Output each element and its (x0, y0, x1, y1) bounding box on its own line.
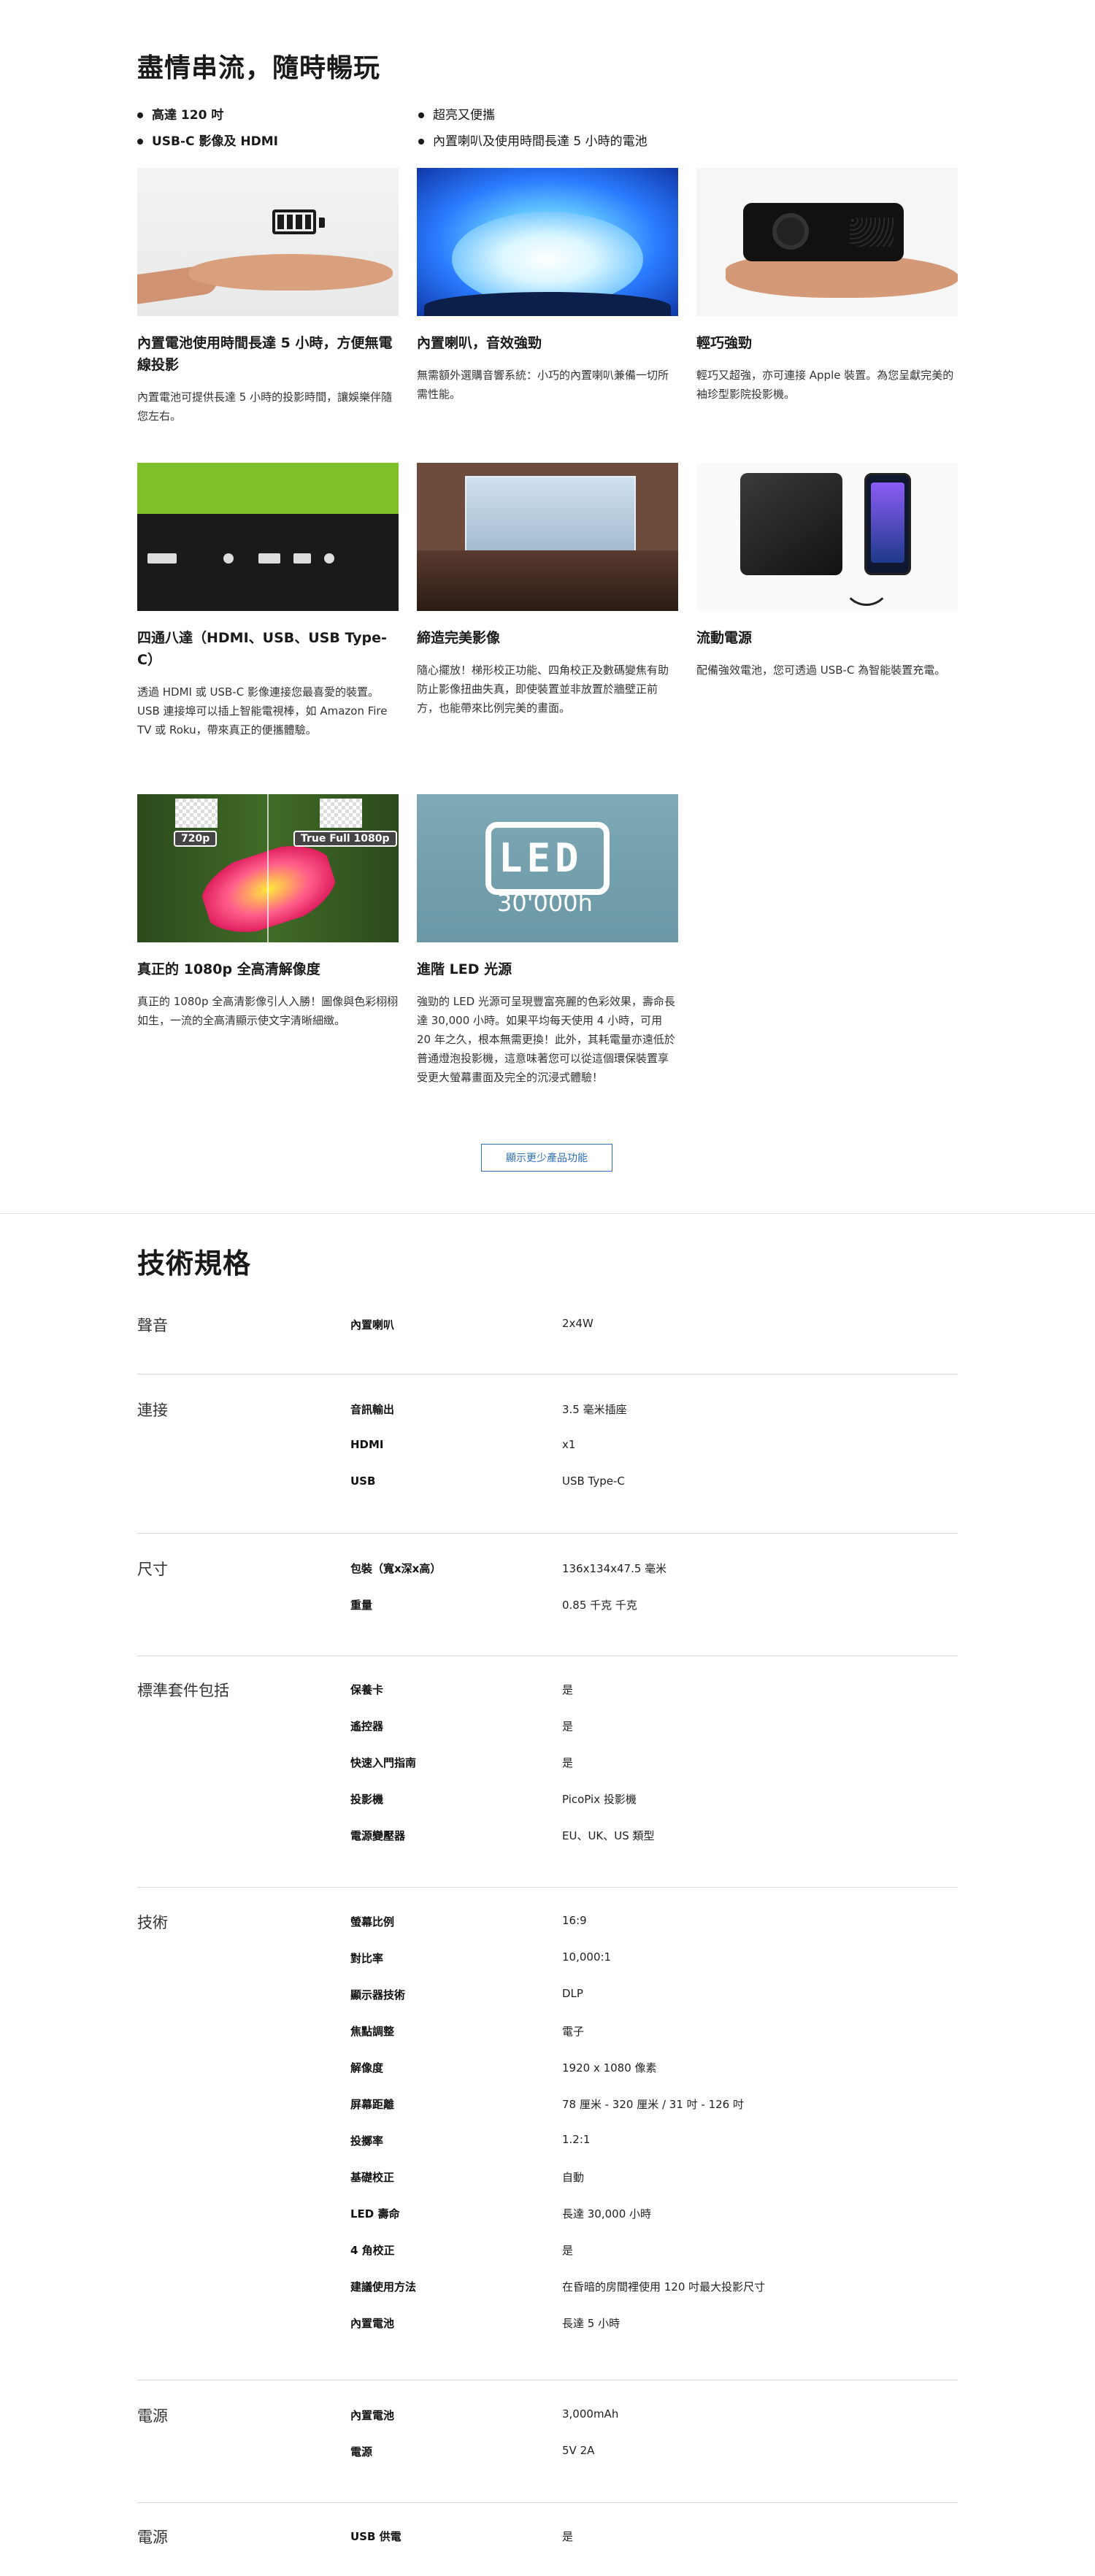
battery-hand-image (137, 168, 399, 316)
ports-image (137, 463, 399, 611)
spec-row: 解像度 1920 x 1080 像素 (350, 2061, 657, 2075)
feature-title: 內置電池使用時間長達 5 小時，方便無電線投影 (137, 335, 393, 373)
bullet-item: 高達 120 吋 (137, 102, 278, 128)
feature-title: 真正的 1080p 全高清解像度 (137, 961, 320, 977)
spec-row: 基礎校正 自動 (350, 2171, 585, 2184)
spec-row: 內置電池 長達 5 小時 (350, 2317, 620, 2330)
powerbank-icon (740, 473, 842, 575)
spec-row: 對比率 10,000:1 (350, 1950, 612, 1965)
feature-title: 四通八達（HDMI、USB、USB Type-C） (137, 630, 387, 668)
feature-desc: 輕巧又超強，亦可連接 Apple 裝置。為您呈獻完美的袖珍型影院投影機。 (696, 369, 954, 401)
show-less-features-button[interactable]: 顯示更少產品功能 (481, 1144, 612, 1172)
bullet-dot-icon (418, 112, 424, 118)
feature-card: 締造完美影像 隨心擺放！梯形校正功能、四角校正及數碼變焦有助防止影像扭曲失真，即… (417, 463, 678, 718)
feature-title: 輕巧強勁 (696, 335, 753, 351)
spec-row: 投影機 PicoPix 投影機 (350, 1793, 637, 1806)
feature-desc: 內置電池可提供長達 5 小時的投影時間，讓娛樂伴隨您左右。 (137, 391, 393, 423)
spec-row: 焦點調整 電子 (350, 2025, 585, 2038)
spec-row: USB USB Type-C (350, 1475, 625, 1488)
feature-title: 締造完美影像 (417, 630, 501, 646)
powerbank-image (696, 463, 958, 611)
spec-row: USB 供電是 (350, 2530, 574, 2543)
spec-category: 聲音 (137, 1317, 168, 1334)
spec-row: 顯示器技術 DLP (350, 1987, 583, 2002)
spec-category: 技術 (137, 1914, 168, 1931)
spec-divider (137, 1533, 958, 1534)
spec-divider (137, 1887, 958, 1888)
feature-desc: 透過 HDMI 或 USB-C 影像連接您最喜愛的裝置。USB 連接埠可以插上智… (137, 685, 388, 737)
feature-title: 流動電源 (696, 630, 753, 646)
bullet-dot-icon (137, 112, 143, 118)
spec-category: 電源 (137, 2407, 168, 2425)
spec-category: 尺寸 (137, 1561, 168, 1578)
hero-bullets-right: 超亮又便攜 內置喇叭及使用時間長達 5 小時的電池 (418, 102, 648, 155)
flower-resolution-image: 720p True Full 1080p (137, 794, 399, 942)
flower-icon (194, 834, 343, 942)
spec-row: 電源 5V 2A (350, 2444, 595, 2458)
checker-pattern-icon (175, 799, 218, 828)
bullet-dot-icon (137, 139, 143, 145)
projector-hand-image (696, 168, 958, 316)
spec-row: 音訊輸出 3.5 毫米插座 (350, 1403, 627, 1416)
spec-row: 電源變壓器 EU、UK、US 類型 (350, 1829, 655, 1842)
spec-row: 螢幕比例 16:9 (350, 1914, 587, 1929)
feature-card: 流動電源 配備強效電池，您可透過 USB-C 為智能裝置充電。 (696, 463, 958, 680)
feature-card: 內置電池使用時間長達 5 小時，方便無電線投影 內置電池可提供長達 5 小時的投… (137, 168, 399, 426)
specs-title: 技術規格 (137, 1247, 252, 1280)
speaker-glow-image (417, 168, 678, 316)
spec-row: 重量 0.85 千克 千克 (350, 1599, 637, 1612)
checker-pattern-icon (320, 799, 362, 828)
feature-title: 進階 LED 光源 (417, 961, 512, 977)
spec-row: 保養卡是 (350, 1683, 574, 1696)
led-label: LED (499, 835, 583, 881)
spec-category: 連接 (137, 1402, 168, 1419)
feature-desc: 隨心擺放！梯形校正功能、四角校正及數碼變焦有助防止影像扭曲失真，即使裝置並非放置… (417, 664, 669, 715)
hero-bullets-left: 高達 120 吋 USB-C 影像及 HDMI (137, 102, 278, 155)
resolution-tag: True Full 1080p (293, 831, 397, 847)
spec-row: 快速入門指南是 (350, 1756, 574, 1769)
feature-desc: 無需額外選購音響系統：小巧的內置喇叭兼備一切所需性能。 (417, 369, 669, 401)
led-hours: 30'000h (497, 889, 593, 917)
feature-desc: 配備強效電池，您可透過 USB-C 為智能裝置充電。 (696, 664, 946, 677)
spec-row: 內置電池 3,000mAh (350, 2407, 619, 2422)
spec-row: 建議使用方法 在昏暗的房間裡使用 120 吋最大投影尺寸 (350, 2280, 766, 2294)
spec-row: 投擲率 1.2:1 (350, 2133, 591, 2148)
resolution-tag: 720p (174, 831, 218, 847)
bullet-item: 內置喇叭及使用時間長達 5 小時的電池 (418, 128, 648, 155)
bullet-item: 超亮又便攜 (418, 102, 648, 128)
feature-card: 四通八達（HDMI、USB、USB Type-C） 透過 HDMI 或 USB-… (137, 463, 399, 739)
spec-row: HDMI x1 (350, 1438, 576, 1451)
bullet-dot-icon (418, 139, 424, 145)
bullet-item: USB-C 影像及 HDMI (137, 128, 278, 155)
spec-category: 標準套件包括 (137, 1682, 229, 1699)
spec-row: 屏幕距離 78 厘米 - 320 厘米 / 31 吋 - 126 吋 (350, 2098, 744, 2111)
led-image: LED 30'000h (417, 794, 678, 942)
feature-card: LED 30'000h 進階 LED 光源 強勁的 LED 光源可呈現豐富亮麗的… (417, 794, 678, 1087)
spec-category: 電源 (137, 2529, 168, 2546)
spec-row: 4 角校正是 (350, 2244, 574, 2257)
battery-icon (272, 209, 316, 234)
screen-image (417, 463, 678, 611)
feature-title: 內置喇叭，音效強勁 (417, 335, 542, 351)
feature-desc: 強勁的 LED 光源可呈現豐富亮麗的色彩效果，壽命長達 30,000 小時。如果… (417, 995, 675, 1084)
hero-title: 盡情串流，隨時暢玩 (137, 53, 381, 83)
feature-desc: 真正的 1080p 全高清影像引人入勝！圖像與色彩栩栩如生，一流的全高清顯示使文… (137, 995, 399, 1027)
spec-row: 包裝（寬x深x高） 136x134x47.5 毫米 (350, 1562, 667, 1575)
section-divider (0, 1213, 1095, 1214)
spec-row: 遙控器是 (350, 1720, 574, 1733)
feature-card: 內置喇叭，音效強勁 無需額外選購音響系統：小巧的內置喇叭兼備一切所需性能。 (417, 168, 678, 404)
spec-divider (137, 2502, 958, 2503)
screen-icon (465, 476, 636, 561)
product-page: 盡情串流，隨時暢玩 高達 120 吋 USB-C 影像及 HDMI 超亮又便攜 … (0, 0, 1095, 2576)
feature-card: 720p True Full 1080p 真正的 1080p 全高清解像度 真正… (137, 794, 399, 1030)
spec-row: 內置喇叭 2x4W (350, 1317, 593, 1331)
spec-row: LED 壽命 長達 30,000 小時 (350, 2207, 652, 2221)
feature-card: 輕巧強勁 輕巧又超強，亦可連接 Apple 裝置。為您呈獻完美的袖珍型影院投影機… (696, 168, 958, 404)
